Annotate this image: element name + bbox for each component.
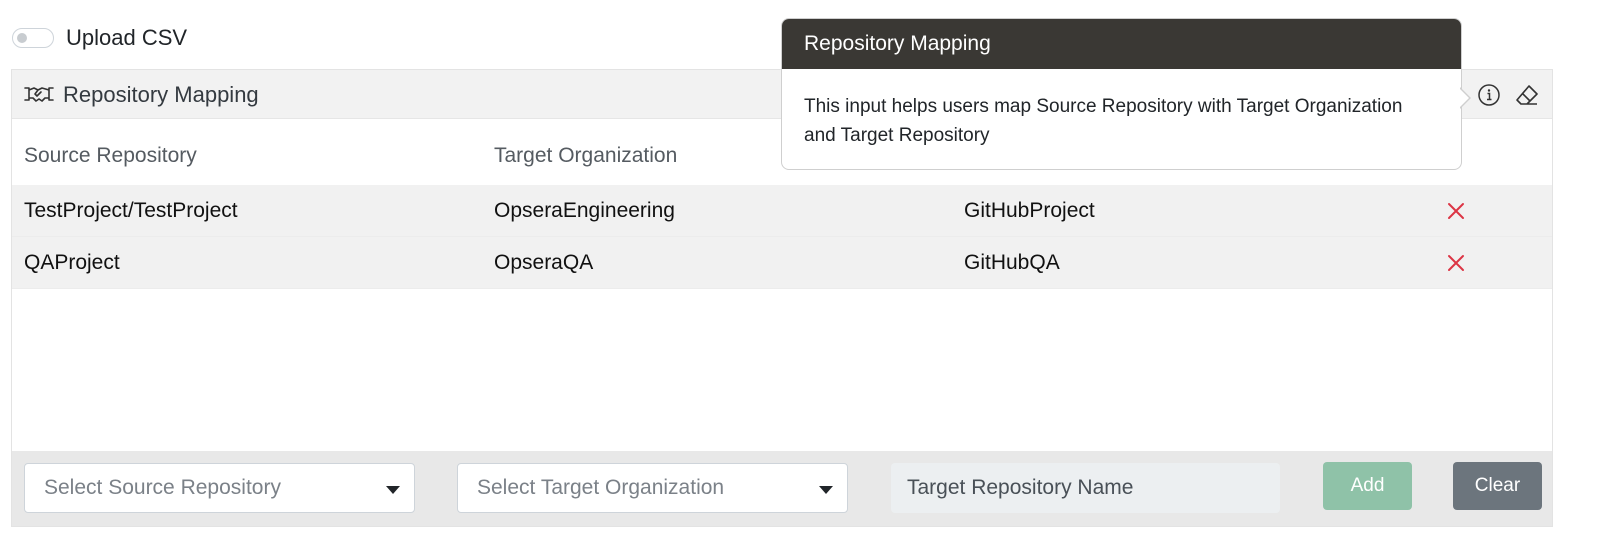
info-popover: Repository Mapping This input helps user… bbox=[781, 18, 1471, 170]
eraser-icon[interactable] bbox=[1515, 83, 1539, 107]
upload-csv-toggle-row: Upload CSV bbox=[12, 22, 187, 54]
target-repository-cell: GitHubProject bbox=[964, 199, 1095, 222]
popover-arrow bbox=[1459, 87, 1471, 109]
clear-button[interactable]: Clear bbox=[1453, 462, 1542, 510]
source-repository-cell: TestProject/TestProject bbox=[24, 199, 238, 222]
mapping-table-body: TestProject/TestProject OpseraEngineerin… bbox=[12, 185, 1552, 289]
upload-csv-switch[interactable] bbox=[12, 28, 54, 48]
target-repository-cell: GitHubQA bbox=[964, 251, 1060, 274]
close-icon[interactable] bbox=[1445, 252, 1467, 274]
popover-title: Repository Mapping bbox=[782, 19, 1461, 69]
popover-body: This input helps users map Source Reposi… bbox=[804, 96, 1403, 146]
target-organization-cell: OpseraQA bbox=[494, 251, 594, 274]
handshake-icon bbox=[24, 87, 54, 102]
column-header-source: Source Repository bbox=[12, 127, 494, 184]
mapping-input-footer: Select Source Repository Select Target O… bbox=[12, 451, 1552, 526]
info-icon[interactable] bbox=[1477, 83, 1501, 107]
target-organization-placeholder: Select Target Organization bbox=[477, 476, 725, 499]
target-repository-name-input[interactable] bbox=[891, 463, 1280, 513]
source-repository-placeholder: Select Source Repository bbox=[44, 476, 281, 499]
source-repository-select[interactable]: Select Source Repository bbox=[24, 463, 415, 513]
caret-down-icon bbox=[819, 486, 833, 494]
table-row: QAProject OpseraQA GitHubQA bbox=[12, 237, 1552, 289]
target-organization-select[interactable]: Select Target Organization bbox=[457, 463, 848, 513]
upload-csv-label: Upload CSV bbox=[66, 25, 188, 50]
caret-down-icon bbox=[386, 486, 400, 494]
target-organization-cell: OpseraEngineering bbox=[494, 199, 675, 222]
close-icon[interactable] bbox=[1445, 200, 1467, 222]
panel-title: Repository Mapping bbox=[63, 82, 259, 107]
source-repository-cell: QAProject bbox=[24, 251, 120, 274]
table-row: TestProject/TestProject OpseraEngineerin… bbox=[12, 185, 1552, 237]
add-button[interactable]: Add bbox=[1323, 462, 1412, 510]
switch-knob bbox=[17, 33, 27, 43]
